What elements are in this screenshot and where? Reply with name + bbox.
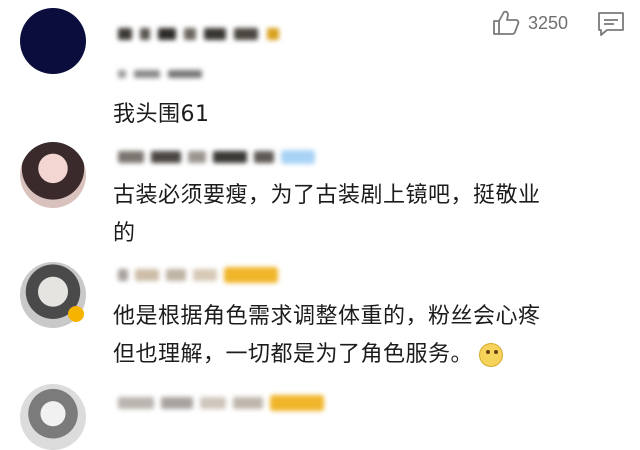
comment-text-line: 古装必须要瘦，为了古装剧上镜吧，挺敬业: [113, 183, 541, 208]
reply-icon[interactable]: [596, 10, 626, 38]
avatar[interactable]: [20, 142, 86, 208]
verified-badge-icon: [68, 306, 84, 322]
comment-text-line: 我头围61: [113, 102, 210, 127]
comment-text: 古装必须要瘦，为了古装剧上镜吧，挺敬业 的: [113, 177, 541, 253]
timestamp-blurred: [118, 63, 205, 82]
username-blurred[interactable]: [118, 148, 315, 166]
username-blurred[interactable]: [118, 25, 282, 44]
emoji-icon: [479, 343, 504, 367]
comment-line-with-emoji: 但也理解，一切都是为了角色服务。: [113, 336, 541, 374]
like-count: 3250: [527, 12, 568, 33]
like-area[interactable]: 3250: [492, 10, 568, 36]
username-blurred[interactable]: [118, 394, 324, 412]
username-blurred[interactable]: [118, 266, 278, 284]
comment-text: 我头围61: [113, 96, 210, 134]
comment-text-line: 他是根据角色需求调整体重的，粉丝会心疼: [113, 304, 541, 329]
thumbs-up-icon[interactable]: [492, 10, 520, 36]
comment-text-line: 但也理解，一切都是为了角色服务。: [113, 342, 474, 367]
comment-text: 他是根据角色需求调整体重的，粉丝会心疼 但也理解，一切都是为了角色服务。: [113, 298, 541, 374]
avatar[interactable]: [20, 384, 86, 450]
comment-text-line: 的: [113, 221, 136, 246]
avatar[interactable]: [20, 8, 86, 74]
